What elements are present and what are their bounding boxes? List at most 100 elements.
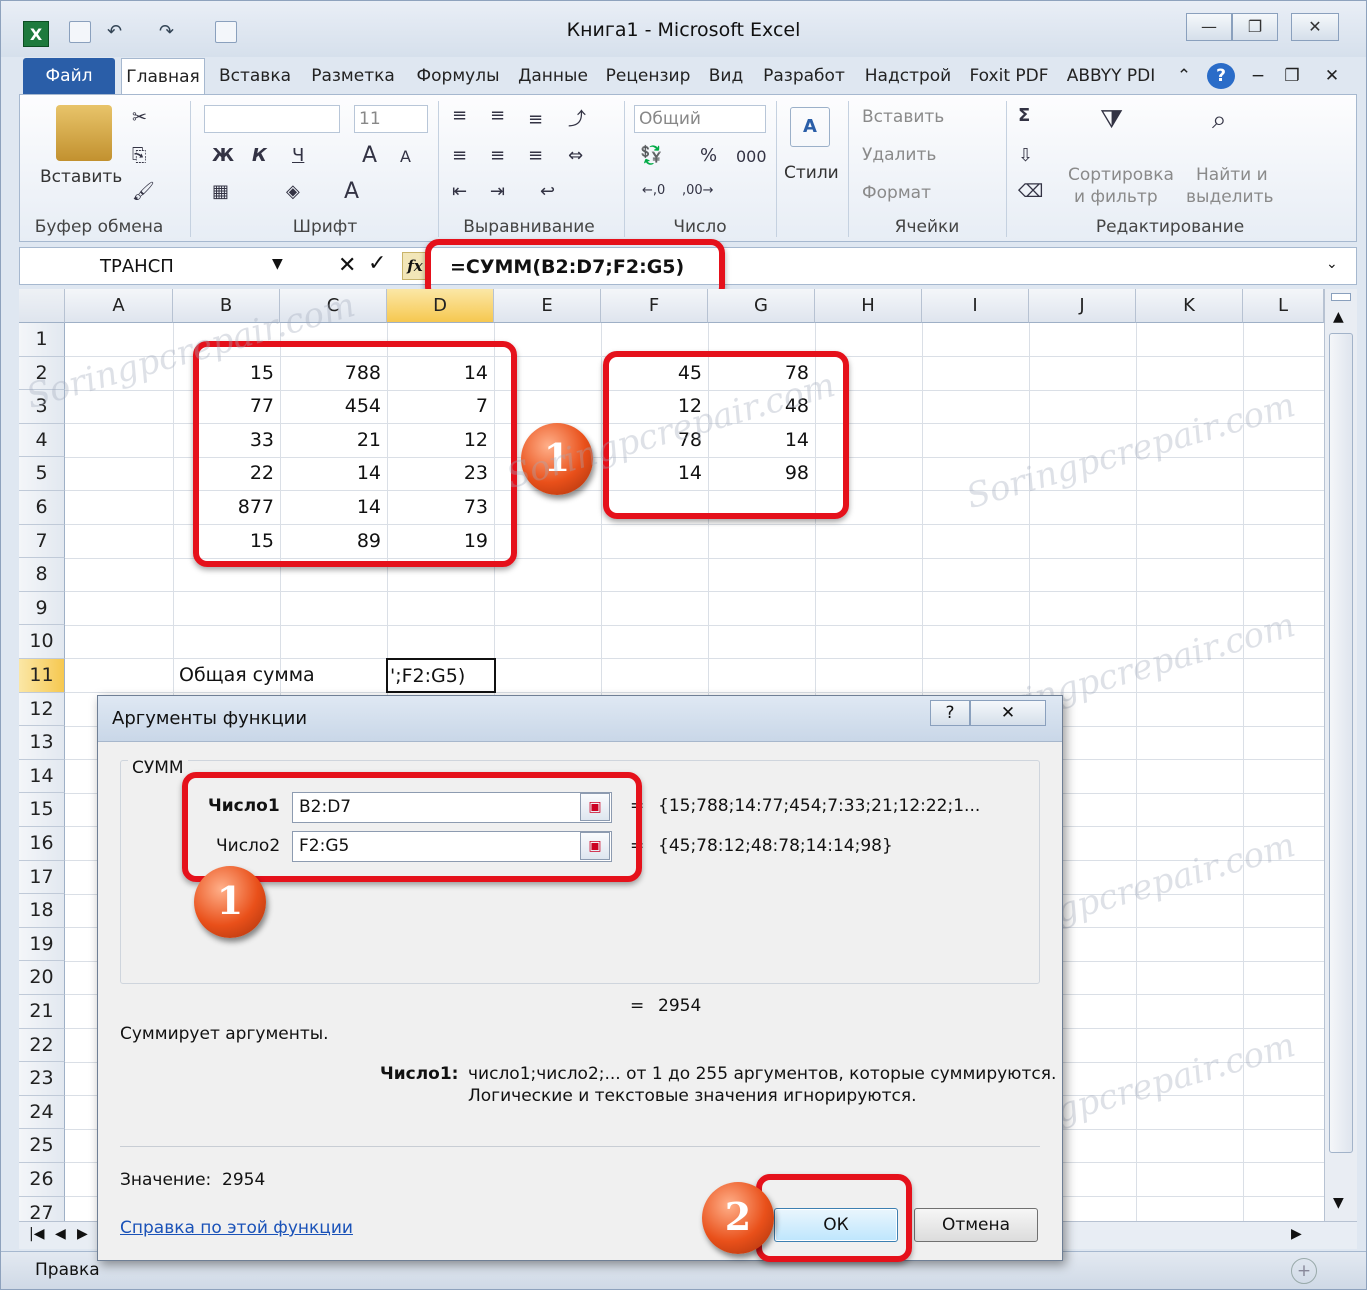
- help-link[interactable]: Справка по этой функции: [120, 1218, 353, 1238]
- row-header-21[interactable]: 21: [19, 995, 65, 1029]
- next-sheet-icon[interactable]: ▶: [77, 1226, 88, 1242]
- row-header-7[interactable]: 7: [19, 524, 65, 559]
- col-header-f[interactable]: F: [601, 289, 708, 323]
- sort-label-2[interactable]: и фильтр: [1074, 187, 1158, 207]
- align-middle-icon[interactable]: ≡: [490, 105, 505, 126]
- col-header-g[interactable]: G: [708, 289, 815, 323]
- shrink-font-icon[interactable]: A: [400, 147, 411, 166]
- autosum-icon[interactable]: Σ: [1018, 105, 1030, 126]
- row-header-20[interactable]: 20: [19, 961, 65, 995]
- col-header-k[interactable]: K: [1136, 289, 1243, 323]
- ribbon-collapse-icon[interactable]: ⌃: [1171, 58, 1197, 94]
- col-header-j[interactable]: J: [1029, 289, 1136, 323]
- border-icon[interactable]: ▦: [212, 181, 229, 202]
- row-header-10[interactable]: 10: [19, 625, 65, 659]
- split-box[interactable]: [1331, 293, 1351, 301]
- paste-button[interactable]: Вставить: [40, 167, 122, 187]
- prev-sheet-icon[interactable]: ◀: [55, 1226, 66, 1242]
- grow-font-icon[interactable]: A: [362, 143, 377, 168]
- close-window-icon[interactable]: ✕: [1291, 13, 1339, 41]
- align-top-icon[interactable]: ≡: [452, 105, 467, 126]
- zoom-in-icon[interactable]: +: [1291, 1258, 1317, 1284]
- name-box-dropdown-icon[interactable]: ▼: [272, 256, 283, 272]
- row-header-13[interactable]: 13: [19, 726, 65, 760]
- tab-formulas[interactable]: Формулы: [407, 58, 509, 94]
- row-header-14[interactable]: 14: [19, 759, 65, 794]
- row-header-1[interactable]: 1: [19, 323, 65, 357]
- sort-filter-icon[interactable]: ⧩: [1100, 105, 1123, 136]
- font-color-icon[interactable]: A: [344, 179, 359, 204]
- currency-icon[interactable]: 💱: [640, 145, 662, 166]
- expand-formula-bar-icon[interactable]: ⌄: [1326, 256, 1338, 272]
- dialog-close-icon[interactable]: ✕: [970, 700, 1046, 726]
- select-all-corner[interactable]: [19, 289, 65, 323]
- row-header-17[interactable]: 17: [19, 860, 65, 895]
- hscroll-right-icon[interactable]: ▶: [1291, 1226, 1302, 1242]
- underline-icon[interactable]: Ч: [292, 145, 304, 166]
- col-header-l[interactable]: L: [1243, 289, 1324, 323]
- scroll-down-icon[interactable]: ▼: [1333, 1195, 1344, 1211]
- increase-decimal-icon[interactable]: ←,0: [642, 183, 665, 198]
- tab-view[interactable]: Вид: [701, 58, 751, 94]
- enter-formula-icon[interactable]: ✓: [368, 251, 386, 276]
- scroll-up-icon[interactable]: ▲: [1333, 309, 1344, 325]
- tab-foxit[interactable]: Foxit PDF: [963, 58, 1055, 94]
- workbook-minimize-icon[interactable]: −: [1245, 58, 1271, 94]
- fill-color-icon[interactable]: ◈: [286, 181, 300, 202]
- orientation-icon[interactable]: ⤴: [568, 105, 586, 131]
- fill-icon[interactable]: ⇩: [1018, 145, 1033, 166]
- tab-layout[interactable]: Разметка: [303, 58, 403, 94]
- col-header-h[interactable]: H: [815, 289, 922, 323]
- row-header-12[interactable]: 12: [19, 692, 65, 727]
- help-icon[interactable]: ?: [1207, 63, 1235, 89]
- styles-icon[interactable]: A: [790, 107, 830, 147]
- thousands-icon[interactable]: 000: [736, 147, 767, 166]
- row-header-15[interactable]: 15: [19, 793, 65, 827]
- col-header-b[interactable]: B: [173, 289, 280, 323]
- merge-icon[interactable]: ⇔: [568, 145, 583, 166]
- vertical-scrollbar[interactable]: ▲ ▼: [1324, 289, 1357, 1221]
- find-label-1[interactable]: Найти и: [1196, 165, 1268, 185]
- row-header-11[interactable]: 11: [19, 659, 65, 693]
- row-header-25[interactable]: 25: [19, 1129, 65, 1163]
- row-header-26[interactable]: 26: [19, 1163, 65, 1197]
- italic-icon[interactable]: К: [252, 145, 267, 166]
- row-header-4[interactable]: 4: [19, 423, 65, 458]
- tab-review[interactable]: Рецензир: [599, 58, 697, 94]
- restore-icon[interactable]: ❐: [1232, 13, 1278, 41]
- col-header-d[interactable]: D: [387, 289, 494, 323]
- font-size-dropdown[interactable]: 11: [354, 105, 428, 133]
- decrease-indent-icon[interactable]: ⇤: [452, 181, 467, 202]
- row-header-22[interactable]: 22: [19, 1028, 65, 1063]
- row-header-24[interactable]: 24: [19, 1095, 65, 1130]
- paste-icon[interactable]: [56, 105, 112, 161]
- row-header-6[interactable]: 6: [19, 491, 65, 525]
- name-box[interactable]: ТРАНСП: [24, 252, 294, 282]
- find-select-icon[interactable]: ⌕: [1212, 105, 1227, 136]
- wrap-text-icon[interactable]: ↩: [540, 181, 555, 202]
- tab-file[interactable]: Файл: [23, 58, 115, 94]
- scroll-thumb[interactable]: [1329, 333, 1353, 1153]
- font-name-dropdown[interactable]: [204, 105, 340, 133]
- row-header-5[interactable]: 5: [19, 457, 65, 491]
- col-header-a[interactable]: A: [65, 289, 173, 323]
- row-header-9[interactable]: 9: [19, 591, 65, 626]
- align-bottom-icon[interactable]: ≡: [528, 109, 543, 130]
- bold-icon[interactable]: Ж: [212, 145, 234, 166]
- first-sheet-icon[interactable]: |◀: [29, 1226, 44, 1242]
- row-header-19[interactable]: 19: [19, 927, 65, 962]
- sort-label-1[interactable]: Сортировка: [1068, 165, 1174, 185]
- row-header-18[interactable]: 18: [19, 894, 65, 928]
- tab-addins[interactable]: Надстрой: [859, 58, 957, 94]
- row-header-3[interactable]: 3: [19, 390, 65, 424]
- row-header-23[interactable]: 23: [19, 1062, 65, 1096]
- align-center-icon[interactable]: ≡: [490, 145, 505, 166]
- tab-data[interactable]: Данные: [511, 58, 595, 94]
- cut-icon[interactable]: ✂: [132, 107, 147, 128]
- align-left-icon[interactable]: ≡: [452, 145, 467, 166]
- col-header-e[interactable]: E: [494, 289, 601, 323]
- align-right-icon[interactable]: ≡: [528, 145, 543, 166]
- delete-cells-button[interactable]: Удалить: [862, 145, 936, 165]
- decrease-decimal-icon[interactable]: ,00→: [682, 183, 714, 198]
- workbook-close-icon[interactable]: ✕: [1319, 58, 1345, 94]
